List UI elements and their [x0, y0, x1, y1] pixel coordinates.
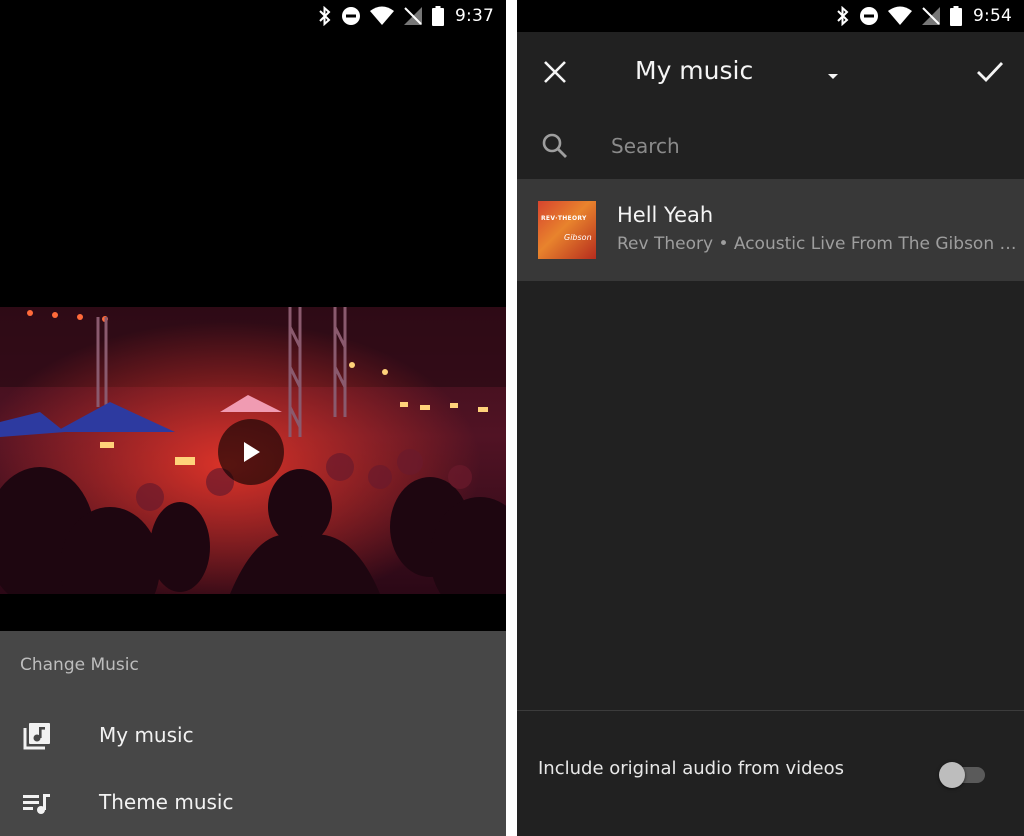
my-music-label: My music [99, 723, 194, 747]
include-audio-row: Include original audio from videos [517, 740, 1024, 800]
clock: 9:37 [455, 6, 494, 26]
track-row[interactable]: REV·THEORY Gibson Hell Yeah Rev Theory •… [517, 179, 1024, 281]
right-screen: 9:54 My music REV·THEORY Gibson Hell Yea… [517, 0, 1024, 836]
toolbar: My music [517, 36, 1024, 108]
track-subtitle: Rev Theory • Acoustic Live From The Gibs… [617, 234, 1017, 254]
play-icon [244, 442, 260, 462]
album-art: REV·THEORY Gibson [538, 201, 596, 259]
album-art-logo: Gibson [564, 233, 592, 242]
theme-music-label: Theme music [99, 790, 234, 814]
album-art-band-logo: REV·THEORY [541, 215, 587, 222]
no-signal-icon [922, 7, 941, 25]
search-bar [517, 118, 1024, 174]
change-music-sheet: Change Music My music Theme music [0, 631, 506, 836]
music-library-icon [23, 723, 50, 750]
play-button[interactable] [218, 419, 284, 485]
divider [517, 710, 1024, 711]
left-screen: 9:37 Change Music My music Theme music [0, 0, 506, 836]
do-not-disturb-icon [342, 7, 361, 25]
status-bar: 9:37 [0, 0, 506, 32]
playlist-music-icon [23, 794, 50, 814]
bluetooth-icon [319, 6, 331, 26]
wifi-icon [888, 6, 913, 25]
track-title: Hell Yeah [617, 203, 714, 227]
status-bar: 9:54 [517, 0, 1024, 32]
clock: 9:54 [973, 6, 1012, 26]
bluetooth-icon [837, 6, 849, 26]
wifi-icon [370, 6, 395, 25]
no-signal-icon [404, 7, 423, 25]
include-audio-toggle[interactable] [939, 762, 987, 788]
sheet-title: Change Music [20, 655, 139, 675]
my-music-option[interactable]: My music [0, 707, 506, 763]
check-icon[interactable] [975, 58, 1005, 86]
theme-music-option[interactable]: Theme music [0, 774, 506, 830]
close-icon[interactable] [541, 58, 569, 86]
search-icon [542, 133, 567, 158]
battery-icon [432, 6, 445, 26]
do-not-disturb-icon [860, 7, 879, 25]
battery-icon [950, 6, 963, 26]
dropdown-arrow-icon[interactable] [825, 72, 841, 82]
search-input[interactable] [611, 130, 991, 162]
page-title: My music [635, 56, 754, 85]
include-audio-label: Include original audio from videos [538, 758, 844, 779]
toggle-knob [939, 762, 965, 788]
